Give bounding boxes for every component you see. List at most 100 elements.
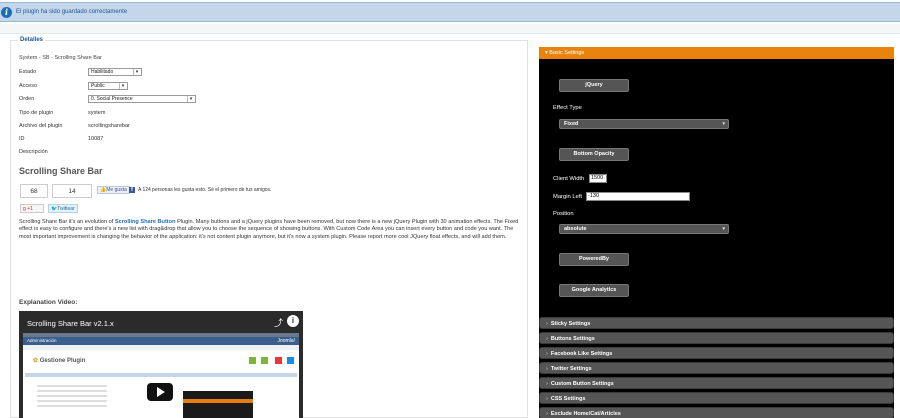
video-admin-bar: Administración: [23, 337, 299, 345]
effect-type-label: Effect Type: [553, 105, 582, 111]
toolbar-band: [0, 24, 900, 34]
chevron-right-icon: ›: [546, 411, 548, 417]
joomla-logo: Joomla!: [277, 338, 295, 344]
tweet-label: Twittear: [57, 206, 75, 212]
chevron-down-icon: ▾: [722, 226, 725, 232]
archivo-value: scrollingsharebar: [88, 123, 130, 129]
acceso-label: Acceso: [19, 83, 38, 89]
chevron-right-icon: ›: [546, 321, 548, 327]
position-select[interactable]: absolute ▾: [559, 224, 729, 234]
save-icon: [249, 357, 256, 364]
effect-type-value: Fixed: [564, 121, 579, 127]
share-count-left: 68: [20, 184, 48, 198]
plugin-subtitle: System - SB - Scrolling Share Bar: [19, 55, 102, 61]
video-details-lines: [37, 385, 107, 410]
settings-panel: ▾ Basic Settings jQuery Effect Type Fixe…: [539, 47, 894, 418]
id-value: 10087: [88, 136, 104, 142]
accordion-buttons-settings[interactable]: › Buttons Settings: [539, 332, 894, 344]
basic-settings-title: Basic Settings: [549, 50, 585, 56]
id-label: ID: [19, 136, 25, 142]
facebook-icon: f: [129, 187, 135, 193]
accordion-label: Twitter Settings: [550, 366, 592, 372]
descripcion-label: Descripción: [19, 149, 48, 155]
description-heading: Scrolling Share Bar: [19, 166, 103, 176]
orden-value: 0. Social Presence: [91, 96, 133, 102]
chevron-right-icon: ›: [546, 351, 548, 357]
video-frame: Administración Joomla! ✿ Gestione Plugin: [23, 333, 299, 418]
system-message-text: El plugin ha sido guardado correctamente: [16, 9, 128, 15]
accordion-sticky-settings[interactable]: › Sticky Settings: [539, 317, 894, 329]
facebook-like-button[interactable]: 👍Me gusta: [97, 186, 130, 194]
orden-label: Orden: [19, 96, 35, 102]
position-label: Position: [553, 211, 574, 217]
play-icon[interactable]: [147, 383, 173, 401]
basic-settings-header[interactable]: ▾ Basic Settings: [539, 47, 894, 59]
estado-value: Habilitado: [91, 69, 114, 75]
accordion-twitter-settings[interactable]: › Twitter Settings: [539, 362, 894, 374]
google-analytics-button[interactable]: Google Analytics: [559, 284, 629, 297]
estado-label: Estado: [19, 69, 37, 75]
chevron-right-icon: ›: [546, 381, 548, 387]
video-settings-panel: [183, 391, 253, 418]
tipo-label: Tipo de plugin: [19, 110, 54, 116]
details-panel: Detalles System - SB - Scrolling Share B…: [10, 37, 528, 418]
share-count-right: 14: [52, 184, 92, 198]
video-title[interactable]: Scrolling Share Bar v2.1.x: [27, 319, 114, 328]
apply-icon: [261, 357, 268, 364]
poweredby-button[interactable]: PoweredBy: [559, 253, 629, 266]
accordion-label: Buttons Settings: [550, 336, 595, 342]
video-menu: [23, 345, 299, 350]
info-icon: i: [1, 6, 12, 18]
bottom-opacity-button[interactable]: Bottom Opacity: [559, 148, 629, 161]
accordion-label: CSS Settings: [550, 396, 586, 402]
acceso-select[interactable]: Public ▾: [88, 82, 128, 90]
google-plus-icon: g: [23, 206, 26, 212]
chevron-right-icon: ›: [546, 336, 548, 342]
chevron-right-icon: ›: [546, 366, 548, 372]
accordion-label: Sticky Settings: [550, 321, 591, 327]
accordion-label: Exclude Home/Cat/Articles: [550, 411, 621, 417]
facebook-like-label: Me gusta: [106, 187, 127, 193]
chevron-down-icon: ▾: [545, 50, 548, 56]
video-plugin-heading-label: Gestione Plugin: [39, 358, 86, 364]
position-value: absolute: [564, 226, 587, 232]
accordion-css-settings[interactable]: › CSS Settings: [539, 392, 894, 404]
description-paragraph: Scrolling Share Bar it's an evolution of…: [19, 219, 525, 241]
chevron-right-icon: ›: [546, 396, 548, 402]
google-plus-label: +1: [27, 206, 33, 212]
accordion-facebook-like-settings[interactable]: › Facebook Like Settings: [539, 347, 894, 359]
video-heading: Explanation Video:: [19, 299, 78, 306]
margin-left-input[interactable]: -130: [586, 192, 690, 201]
chevron-down-icon: ▾: [187, 96, 194, 102]
puzzle-icon: ✿: [33, 358, 39, 364]
video-player[interactable]: Scrolling Share Bar v2.1.x ⤴ i Administr…: [19, 311, 303, 418]
margin-left-label: Margin Left: [553, 194, 582, 200]
cancel-icon: [275, 357, 282, 364]
accordion-label: Custom Button Settings: [550, 381, 614, 387]
info-icon[interactable]: i: [287, 315, 299, 327]
scrolling-share-button-link[interactable]: Scrolling Share Button: [115, 219, 176, 225]
jquery-button[interactable]: jQuery: [559, 79, 629, 92]
tipo-value: system: [88, 110, 106, 116]
facebook-like-count-text: A 124 personas les gusta esto. Sé el pri…: [138, 187, 272, 193]
video-plugin-heading: ✿ Gestione Plugin: [33, 357, 85, 364]
accordion-label: Facebook Like Settings: [550, 351, 613, 357]
accordion-exclude-settings[interactable]: › Exclude Home/Cat/Articles: [539, 407, 894, 418]
client-width-label: Client Width: [553, 176, 585, 182]
google-plus-button[interactable]: g +1: [20, 204, 44, 213]
tweet-button[interactable]: 🐦Twittear: [48, 204, 78, 213]
client-width-input[interactable]: 1500: [589, 174, 607, 183]
accordion-custom-button-settings[interactable]: › Custom Button Settings: [539, 377, 894, 389]
estado-select[interactable]: Habilitado ▾: [88, 68, 142, 76]
description-text-a: Scrolling Share Bar it's an evolution of: [19, 219, 115, 225]
system-message: i El plugin ha sido guardado correctamen…: [0, 2, 900, 22]
video-message-bar: [25, 373, 297, 377]
details-legend: Detalles: [18, 37, 46, 43]
archivo-label: Archivo del plugin: [19, 123, 63, 129]
effect-type-select[interactable]: Fixed ▾: [559, 119, 729, 129]
share-icon[interactable]: ⤴: [274, 316, 283, 329]
chevron-down-icon: ▾: [133, 69, 140, 75]
orden-select[interactable]: 0. Social Presence ▾: [88, 95, 196, 103]
chevron-down-icon: ▾: [722, 121, 725, 127]
help-icon: [287, 357, 294, 364]
